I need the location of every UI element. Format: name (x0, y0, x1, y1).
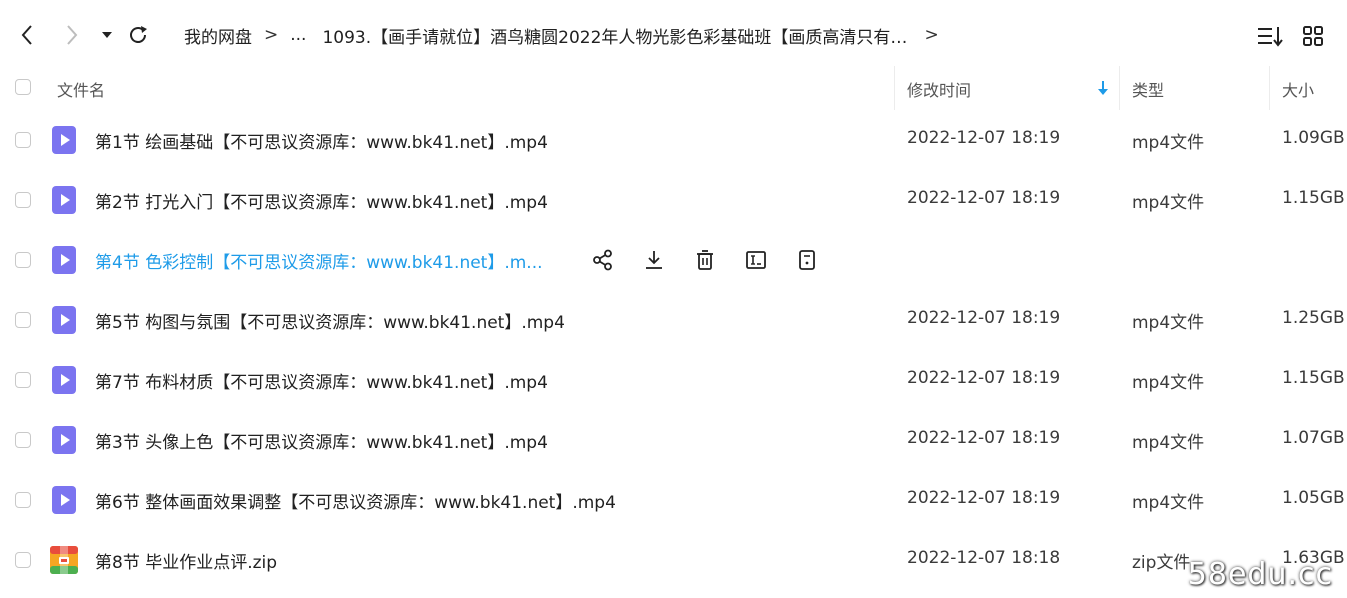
video-file-icon (52, 426, 76, 454)
breadcrumb-root[interactable]: 我的网盘 (184, 23, 252, 48)
back-button[interactable] (12, 20, 42, 50)
column-divider[interactable] (1269, 66, 1270, 110)
file-row[interactable]: 第6节 整体画面效果调整【不可思议资源库：www.bk41.net】.mp4 2… (0, 470, 1347, 530)
file-size: 1.09GB (1282, 128, 1345, 148)
file-type: mp4文件 (1132, 313, 1205, 333)
sort-list-icon (1258, 27, 1283, 47)
file-type: mp4文件 (1132, 193, 1205, 213)
row-actions (590, 247, 845, 273)
sort-descending-icon[interactable] (1097, 80, 1109, 96)
file-row[interactable]: 第3节 头像上色【不可思议资源库：www.bk41.net】.mp4 2022-… (0, 410, 1347, 470)
file-modified: 2022-12-07 18:19 (907, 368, 1061, 388)
file-name[interactable]: 第2节 打光入门【不可思议资源库：www.bk41.net】.mp4 (95, 188, 548, 213)
file-type: mp4文件 (1132, 133, 1205, 153)
file-name[interactable]: 第3节 头像上色【不可思议资源库：www.bk41.net】.mp4 (95, 428, 548, 453)
file-row[interactable]: 第5节 构图与氛围【不可思议资源库：www.bk41.net】.mp4 2022… (0, 290, 1347, 350)
row-checkbox[interactable] (15, 132, 31, 148)
column-header-type[interactable]: 类型 (1132, 77, 1164, 101)
file-row[interactable]: 第1节 绘画基础【不可思议资源库：www.bk41.net】.mp4 2022-… (0, 110, 1347, 170)
file-type: mp4文件 (1132, 433, 1205, 453)
file-name[interactable]: 第8节 毕业作业点评.zip (95, 548, 277, 573)
breadcrumb: 我的网盘 > ... 1093.【画手请就位】酒鸟糖圆2022年人物光影色彩基础… (184, 22, 951, 48)
delete-icon (697, 250, 713, 270)
file-size: 1.15GB (1282, 188, 1345, 208)
row-checkbox[interactable] (15, 552, 31, 568)
file-modified: 2022-12-07 18:18 (907, 548, 1061, 568)
file-name[interactable]: 第1节 绘画基础【不可思议资源库：www.bk41.net】.mp4 (95, 128, 548, 153)
sort-button[interactable] (1256, 22, 1284, 50)
file-modified: 2022-12-07 18:19 (907, 128, 1061, 148)
file-list-header: 文件名 修改时间 类型 大小 (0, 66, 1347, 110)
share-icon (593, 249, 612, 271)
row-checkbox[interactable] (15, 432, 31, 448)
file-modified: 2022-12-07 18:19 (907, 488, 1061, 508)
breadcrumb-ellipsis[interactable]: ... (290, 25, 306, 45)
file-name[interactable]: 第4节 色彩控制【不可思议资源库：www.bk41.net】.m... (95, 248, 543, 273)
download-button[interactable] (641, 247, 667, 273)
column-divider[interactable] (894, 66, 895, 110)
file-size: 1.05GB (1282, 488, 1345, 508)
video-file-icon (52, 126, 76, 154)
history-dropdown-button[interactable] (92, 20, 122, 50)
file-row[interactable]: 第2节 打光入门【不可思议资源库：www.bk41.net】.mp4 2022-… (0, 170, 1347, 230)
grid-view-icon (1303, 26, 1323, 46)
file-modified: 2022-12-07 18:19 (907, 428, 1061, 448)
column-header-size[interactable]: 大小 (1282, 77, 1314, 101)
delete-button[interactable] (692, 247, 718, 273)
watermark: 58edu.cc (1187, 557, 1333, 592)
more-icon (799, 250, 815, 270)
rename-icon (746, 251, 766, 269)
breadcrumb-trailing-separator[interactable]: > (924, 25, 938, 45)
file-name[interactable]: 第6节 整体画面效果调整【不可思议资源库：www.bk41.net】.mp4 (95, 488, 616, 513)
file-type: zip文件 (1132, 553, 1191, 573)
row-checkbox[interactable] (15, 252, 31, 268)
file-list: 第1节 绘画基础【不可思议资源库：www.bk41.net】.mp4 2022-… (0, 110, 1347, 590)
file-type: mp4文件 (1132, 373, 1205, 393)
rename-button[interactable] (743, 247, 769, 273)
grid-view-button[interactable] (1299, 22, 1327, 50)
download-icon (646, 251, 662, 269)
file-name[interactable]: 第5节 构图与氛围【不可思议资源库：www.bk41.net】.mp4 (95, 308, 565, 333)
file-modified: 2022-12-07 18:19 (907, 188, 1061, 208)
more-button[interactable] (794, 247, 820, 273)
refresh-button[interactable] (123, 20, 153, 50)
video-file-icon (52, 366, 76, 394)
file-size: 1.25GB (1282, 308, 1345, 328)
row-checkbox[interactable] (15, 372, 31, 388)
video-file-icon (52, 306, 76, 334)
file-size: 1.07GB (1282, 428, 1345, 448)
select-all-checkbox[interactable] (15, 79, 31, 95)
zip-file-icon (50, 546, 78, 574)
chevron-right-icon (67, 25, 78, 45)
row-checkbox[interactable] (15, 492, 31, 508)
column-header-modified[interactable]: 修改时间 (907, 77, 971, 101)
row-checkbox[interactable] (15, 312, 31, 328)
forward-button[interactable] (57, 20, 87, 50)
file-row[interactable]: 第7节 布料材质【不可思议资源库：www.bk41.net】.mp4 2022-… (0, 350, 1347, 410)
caret-down-icon (102, 32, 112, 38)
breadcrumb-current[interactable]: 1093.【画手请就位】酒鸟糖圆2022年人物光影色彩基础班【画质高清只有视频】 (322, 23, 912, 48)
file-name[interactable]: 第7节 布料材质【不可思议资源库：www.bk41.net】.mp4 (95, 368, 548, 393)
breadcrumb-separator: > (264, 25, 279, 45)
file-type: mp4文件 (1132, 493, 1205, 513)
file-row[interactable]: 第8节 毕业作业点评.zip 2022-12-07 18:18 zip文件 1.… (0, 530, 1347, 590)
file-size: 1.15GB (1282, 368, 1345, 388)
column-header-name[interactable]: 文件名 (57, 77, 105, 101)
file-row-hovered[interactable]: 第4节 色彩控制【不可思议资源库：www.bk41.net】.m... (0, 230, 1347, 290)
video-file-icon (52, 486, 76, 514)
share-button[interactable] (590, 247, 616, 273)
video-file-icon (52, 246, 76, 274)
video-file-icon (52, 186, 76, 214)
chevron-left-icon (21, 25, 32, 45)
column-divider[interactable] (1119, 66, 1120, 110)
file-modified: 2022-12-07 18:19 (907, 308, 1061, 328)
top-toolbar: 我的网盘 > ... 1093.【画手请就位】酒鸟糖圆2022年人物光影色彩基础… (0, 0, 1347, 66)
refresh-icon (130, 26, 147, 43)
row-checkbox[interactable] (15, 192, 31, 208)
